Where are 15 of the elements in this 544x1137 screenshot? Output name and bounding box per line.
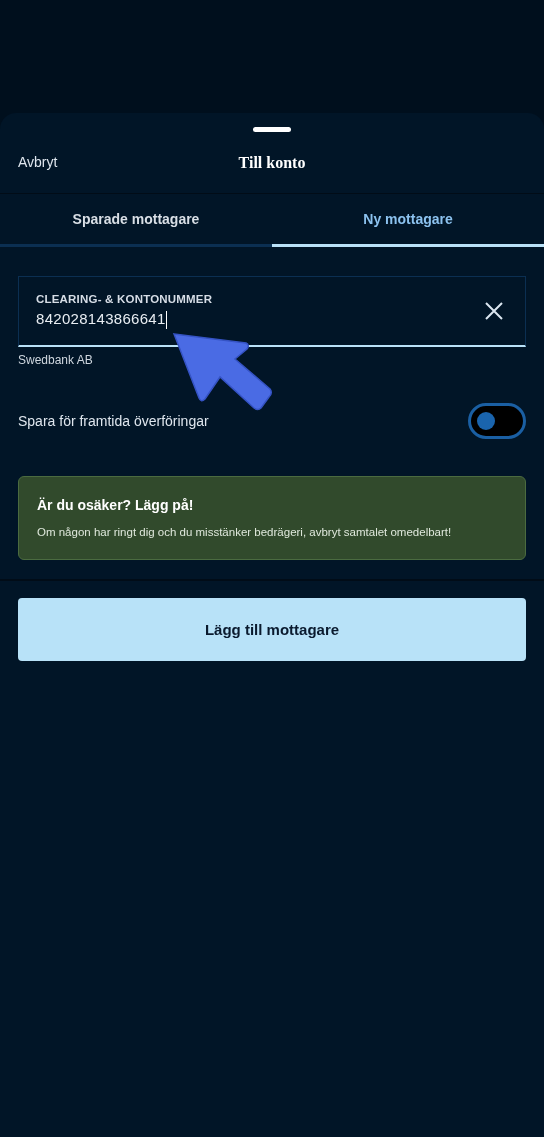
account-number-field[interactable]: CLEARING- & KONTONUMMER 842028143866641 bbox=[18, 276, 526, 347]
drag-handle[interactable] bbox=[253, 127, 291, 132]
save-toggle-label: Spara för framtida överföringar bbox=[18, 411, 209, 431]
bank-name: Swedbank AB bbox=[18, 352, 93, 369]
cancel-link[interactable]: Avbryt bbox=[18, 152, 58, 173]
warning-title: Är du osäker? Lägg på! bbox=[37, 496, 195, 515]
save-toggle[interactable] bbox=[468, 403, 526, 439]
tab[interactable]: Ny mottagare bbox=[272, 194, 544, 247]
warning-text: Om någon har ringt dig och du misstänker bedrägeri, avbryt samtalet omedelbart! bbox=[37, 525, 453, 540]
pointer-arrow-icon bbox=[172, 332, 274, 413]
close-icon bbox=[485, 302, 503, 320]
sheet-title: Till konto bbox=[238, 152, 306, 173]
tab[interactable]: Sparade mottagare bbox=[0, 194, 272, 247]
add-recipient-button[interactable]: Lägg till mottagare bbox=[18, 598, 526, 662]
clear-button[interactable] bbox=[483, 300, 505, 322]
